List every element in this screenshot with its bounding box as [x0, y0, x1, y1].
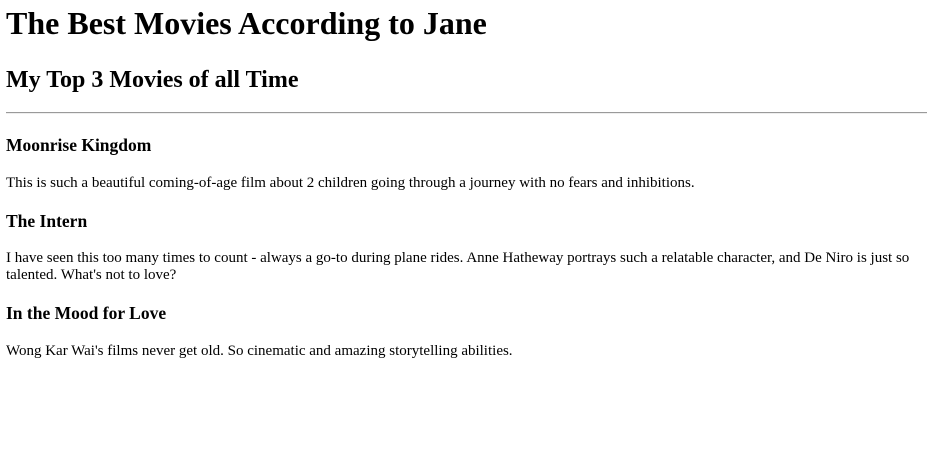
page-subtitle: My Top 3 Movies of all Time [6, 67, 299, 93]
movie-entry: In the Mood for Love Wong Kar Wai's film… [6, 302, 927, 361]
movie-title: In the Mood for Love [6, 302, 167, 323]
movie-title: The Intern [6, 210, 88, 231]
movie-title: Moonrise Kingdom [6, 135, 152, 155]
page-title: The Best Movies According to Jane [6, 5, 487, 41]
movie-entry: Moonrise Kingdom This is such a beautifu… [6, 134, 927, 193]
movie-entry: The Intern I have seen this too many tim… [6, 210, 927, 285]
movie-description: I have seen this too many times to count… [6, 249, 910, 284]
page-content: The Best Movies According to Jane My Top… [0, 5, 935, 360]
movie-description: This is such a beautiful coming-of-age f… [6, 175, 695, 191]
movie-description: Wong Kar Wai's films never get old. So c… [6, 342, 513, 359]
divider [6, 112, 927, 114]
